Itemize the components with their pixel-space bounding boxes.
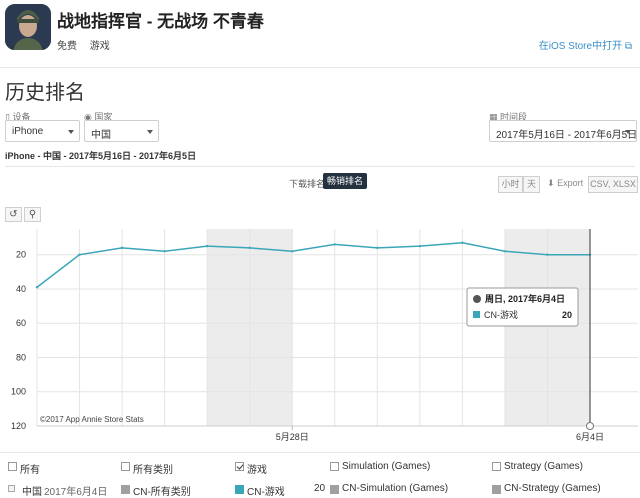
- legend-entry-games: CN-游戏: [247, 487, 285, 498]
- zoom-icon[interactable]: ⚲: [24, 207, 41, 222]
- device-select[interactable]: iPhone: [5, 120, 80, 142]
- checkbox-strategy[interactable]: [492, 462, 501, 471]
- legend-entry-strategy: CN-Strategy (Games): [504, 483, 601, 494]
- day-button[interactable]: 天: [523, 176, 540, 193]
- chevron-down-icon: [68, 130, 74, 134]
- hour-button[interactable]: 小时: [498, 176, 523, 193]
- y-tick-label: 120: [11, 421, 26, 431]
- data-point: [418, 244, 422, 248]
- download-icon: ⬇: [547, 178, 555, 188]
- tab-grossing-rank-label: 畅销排名: [323, 173, 368, 189]
- data-point: [291, 250, 294, 253]
- legend-swatch: [235, 485, 244, 494]
- legend-value-games: 20: [314, 483, 326, 494]
- data-point: [461, 241, 464, 244]
- data-point: [78, 253, 81, 256]
- y-tick-label: 100: [11, 387, 26, 397]
- legend-header-simulation: Simulation (Games): [342, 461, 431, 472]
- app-header: 战地指挥官 - 无战场 不青春 免费 游戏 在iOS Store中打开 ⧉: [0, 0, 640, 68]
- category-link[interactable]: 游戏: [90, 41, 110, 52]
- divider: [5, 166, 635, 167]
- data-point: [503, 250, 507, 253]
- chart-credit: ©2017 App Annie Store Stats: [40, 415, 144, 424]
- legend-swatch: [492, 485, 501, 494]
- data-point: [546, 253, 549, 256]
- x-tick-label: 6月4日: [576, 432, 604, 442]
- legend-row-date: 2017年6月4日: [44, 487, 108, 498]
- y-tick-label: 80: [16, 352, 26, 362]
- legend-row-country: 中国: [22, 487, 42, 498]
- hover-handle: [586, 422, 594, 430]
- legend-header-row: 所有 所有类别 游戏 Simulation (Games) Strategy (…: [0, 461, 640, 483]
- app-title: 战地指挥官 - 无战场 不青春: [57, 12, 264, 31]
- y-tick-label: 40: [16, 284, 26, 294]
- tooltip-value: 20: [562, 310, 572, 320]
- legend-divider: [0, 452, 640, 453]
- tooltip-title: 周日, 2017年6月4日: [485, 293, 565, 304]
- data-point: [35, 286, 39, 289]
- y-tick-label: 60: [16, 318, 26, 328]
- tab-grossing-rank[interactable]: 畅销排名: [323, 173, 368, 189]
- legend-swatch: [330, 485, 339, 494]
- tab-download-rank-label: 下载排名: [289, 179, 326, 189]
- legend-header-all-categories: 所有类别: [133, 465, 173, 476]
- checkbox-simulation[interactable]: [330, 462, 339, 471]
- external-link-icon: ⧉: [624, 41, 632, 52]
- data-point: [376, 246, 379, 250]
- data-point: [248, 246, 251, 250]
- legend-entry-simulation: CN-Simulation (Games): [342, 483, 449, 494]
- chevron-down-icon: [147, 130, 153, 134]
- checkbox-games[interactable]: [235, 462, 244, 471]
- data-point: [163, 250, 166, 253]
- legend-header-all: 所有: [20, 465, 40, 476]
- tab-download-rank[interactable]: 下载排名: [289, 177, 325, 190]
- reset-zoom-icon[interactable]: ↺: [5, 207, 22, 222]
- legend-header-strategy: Strategy (Games): [504, 461, 583, 472]
- export-button[interactable]: ⬇ Export: [547, 178, 583, 189]
- period-select-value: 2017年5月16日 - 2017年6月5日: [496, 130, 638, 141]
- csv-xlsx-button[interactable]: CSV, XLSX: [588, 176, 638, 193]
- data-point: [333, 243, 336, 246]
- x-tick-label: 5月28日: [276, 432, 309, 442]
- globe-icon: [473, 295, 481, 303]
- data-point: [205, 244, 209, 248]
- ios-store-link[interactable]: 在iOS Store中打开 ⧉: [539, 37, 632, 52]
- y-tick-label: 20: [16, 250, 26, 260]
- app-icon[interactable]: [5, 4, 51, 50]
- checkbox-all[interactable]: [8, 462, 17, 471]
- checkbox-all-categories[interactable]: [121, 462, 130, 471]
- ios-store-link-label: 在iOS Store中打开: [538, 41, 623, 52]
- app-meta: 免费 游戏: [57, 37, 120, 52]
- rank-chart[interactable]: 20 40 60 80 100 120 5月28日 6月4日 周日, 2017年6月4日 CN-游…: [0, 226, 640, 446]
- period-select[interactable]: 2017年5月16日 - 2017年6月5日: [489, 120, 637, 142]
- chevron-down-icon: [625, 130, 631, 134]
- legend-header-games: 游戏: [247, 465, 267, 476]
- collapse-icon[interactable]: [8, 485, 15, 492]
- export-label: Export: [557, 178, 584, 188]
- tooltip-series: CN-游戏: [484, 309, 518, 320]
- legend-entry-all-categories: CN-所有类别: [133, 487, 191, 498]
- legend-swatch: [121, 485, 130, 494]
- country-select[interactable]: 中国: [84, 120, 159, 142]
- range-summary: iPhone - 中国 - 2017年5月16日 - 2017年6月5日: [5, 151, 197, 161]
- page-title: 历史排名: [5, 82, 85, 104]
- tooltip-swatch: [473, 311, 480, 318]
- legend-value-row: 中国 2017年6月4日 CN-所有类别 CN-游戏 20 CN-Simulat…: [0, 483, 640, 498]
- data-point: [120, 246, 124, 250]
- country-select-value: 中国: [91, 130, 111, 141]
- chart-tooltip: 周日, 2017年6月4日 CN-游戏 20: [466, 287, 579, 327]
- device-select-value: iPhone: [12, 126, 44, 137]
- price-label: 免费: [57, 41, 77, 52]
